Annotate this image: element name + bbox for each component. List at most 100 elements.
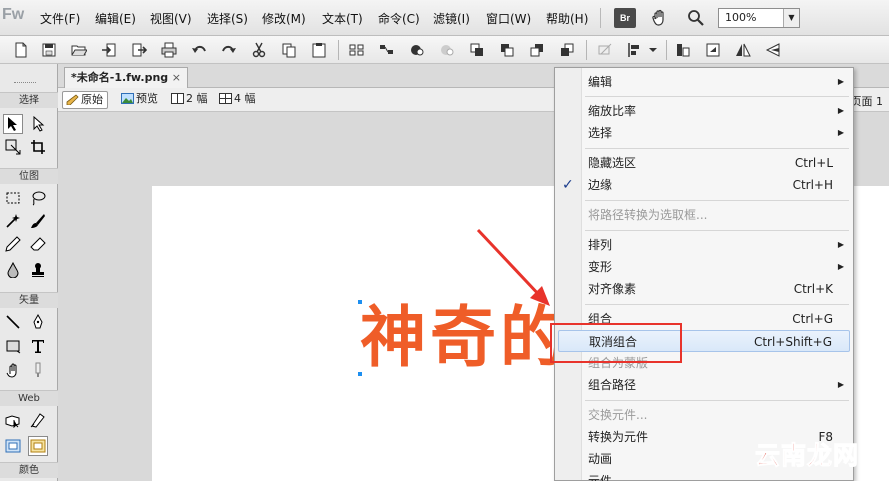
redo-icon[interactable] <box>220 41 238 59</box>
toolbar-separator <box>586 40 587 60</box>
crop-tool-icon[interactable] <box>28 137 48 157</box>
undo-icon[interactable] <box>190 41 208 59</box>
menu-window[interactable]: 窗口(W) <box>486 10 531 27</box>
ctx-item-edges[interactable]: ✓ 边缘 Ctrl+H <box>555 174 853 196</box>
ctx-item-hide-selection[interactable]: 隐藏选区 Ctrl+L <box>555 152 853 174</box>
ctx-item-label: 边缘 <box>588 178 613 192</box>
align-icon[interactable] <box>596 41 614 59</box>
marquee-tool-icon[interactable] <box>3 188 23 208</box>
subselect-tool-icon[interactable] <box>28 114 48 134</box>
zoom-select[interactable]: 100% ▼ <box>718 8 800 28</box>
distribute-icon[interactable] <box>626 41 644 59</box>
ungroup-icon[interactable] <box>378 41 396 59</box>
menu-modify[interactable]: 修改(M) <box>262 10 306 27</box>
new-file-icon[interactable] <box>12 41 30 59</box>
menu-select[interactable]: 选择(S) <box>207 10 248 27</box>
knife-tool-icon[interactable] <box>28 360 48 380</box>
rectangle-tool-icon[interactable] <box>3 336 23 356</box>
eraser-tool-icon[interactable] <box>28 234 48 254</box>
chevron-down-icon[interactable] <box>644 41 662 59</box>
save-icon[interactable] <box>40 41 58 59</box>
scale-tool-icon[interactable] <box>3 137 23 157</box>
submenu-arrow-icon: ▶ <box>837 380 844 389</box>
menu-separator <box>585 230 849 231</box>
pencil-tool-icon[interactable] <box>3 234 23 254</box>
line-tool-icon[interactable] <box>3 312 23 332</box>
section-vector: 矢量 <box>0 292 58 308</box>
ctx-item-zoom[interactable]: 缩放比率 ▶ <box>555 100 853 122</box>
check-icon: ✓ <box>562 177 574 193</box>
ctx-item-label: 交换元件... <box>588 408 648 422</box>
lasso-tool-icon[interactable] <box>28 188 48 208</box>
blur-tool-icon[interactable] <box>3 260 23 280</box>
panel-grip[interactable] <box>14 82 36 84</box>
page-label[interactable]: 页面 1 <box>851 93 884 109</box>
rotate-icon[interactable] <box>674 41 692 59</box>
menu-text[interactable]: 文本(T) <box>322 10 363 27</box>
join-icon[interactable] <box>408 41 426 59</box>
view-original-button[interactable]: 原始 <box>62 91 108 109</box>
hotspot-tool-icon[interactable] <box>3 410 23 430</box>
bridge-button[interactable]: Br <box>614 8 636 28</box>
bring-front-icon[interactable] <box>468 41 486 59</box>
main-toolbar <box>0 36 889 64</box>
magnifier-icon[interactable] <box>686 8 708 28</box>
ctx-item-combine-paths[interactable]: 组合路径 ▶ <box>555 374 853 396</box>
export-icon[interactable] <box>130 41 148 59</box>
ctx-item-transform[interactable]: 变形 ▶ <box>555 256 853 278</box>
print-icon[interactable] <box>160 41 178 59</box>
ctx-item-arrange[interactable]: 排列 ▶ <box>555 234 853 256</box>
view-preview-button[interactable]: 预览 <box>118 91 162 109</box>
magic-wand-tool-icon[interactable] <box>3 211 23 231</box>
pencil-icon <box>66 94 79 105</box>
ctx-item-snap-pixels[interactable]: 对齐像素 Ctrl+K <box>555 278 853 300</box>
menu-filters[interactable]: 滤镜(I) <box>433 10 470 27</box>
ctx-item-edit[interactable]: 编辑 ▶ <box>555 71 853 93</box>
open-icon[interactable] <box>70 41 88 59</box>
menu-view[interactable]: 视图(V) <box>150 10 192 27</box>
chevron-down-icon[interactable]: ▼ <box>783 9 799 27</box>
text-tool-icon[interactable] <box>28 336 48 356</box>
pointer-tool-icon[interactable] <box>3 114 23 134</box>
document-tab[interactable]: *未命名-1.fw.png × <box>64 67 188 88</box>
ctx-item-label: 对齐像素 <box>588 282 637 296</box>
hand-icon[interactable] <box>650 8 672 28</box>
flip-horizontal-icon[interactable] <box>704 41 722 59</box>
menu-separator <box>585 400 849 401</box>
menu-help[interactable]: 帮助(H) <box>546 10 588 27</box>
view-2up-button[interactable]: 2 幅 <box>168 91 212 109</box>
view-preview-label: 预览 <box>136 92 158 105</box>
close-icon[interactable]: × <box>172 68 181 87</box>
hide-hotspots-icon[interactable] <box>3 436 23 456</box>
ctx-item-swap-symbol: 交换元件... <box>555 404 853 426</box>
selection-handle[interactable] <box>358 372 362 376</box>
flip-icon[interactable] <box>764 41 782 59</box>
import-icon[interactable] <box>100 41 118 59</box>
copy-icon[interactable] <box>280 41 298 59</box>
menu-edit[interactable]: 编辑(E) <box>95 10 136 27</box>
menu-file[interactable]: 文件(F) <box>40 10 80 27</box>
cut-icon[interactable] <box>250 41 268 59</box>
ctx-item-label: 隐藏选区 <box>588 156 637 170</box>
ctx-item-label: 选择 <box>588 126 613 140</box>
brush-tool-icon[interactable] <box>28 211 48 231</box>
view-4up-button[interactable]: 4 幅 <box>216 91 260 109</box>
freeform-tool-icon[interactable] <box>3 360 23 380</box>
menu-separator <box>585 148 849 149</box>
bring-forward-icon[interactable] <box>498 41 516 59</box>
flip-vertical-icon[interactable] <box>734 41 752 59</box>
slice-tool-icon[interactable] <box>28 410 48 430</box>
ctx-item-select[interactable]: 选择 ▶ <box>555 122 853 144</box>
context-menu: 编辑 ▶ 缩放比率 ▶ 选择 ▶ 隐藏选区 Ctrl+L ✓ 边缘 Ctrl+H… <box>554 67 854 481</box>
send-back-icon[interactable] <box>558 41 576 59</box>
show-hotspots-icon[interactable] <box>28 436 48 456</box>
menu-commands[interactable]: 命令(C) <box>378 10 420 27</box>
group-icon[interactable] <box>348 41 366 59</box>
paste-icon[interactable] <box>310 41 328 59</box>
send-backward-icon[interactable] <box>528 41 546 59</box>
pen-tool-icon[interactable] <box>28 312 48 332</box>
selection-handle[interactable] <box>358 300 362 304</box>
two-up-icon <box>171 93 184 104</box>
stamp-tool-icon[interactable] <box>28 260 48 280</box>
split-icon[interactable] <box>438 41 456 59</box>
